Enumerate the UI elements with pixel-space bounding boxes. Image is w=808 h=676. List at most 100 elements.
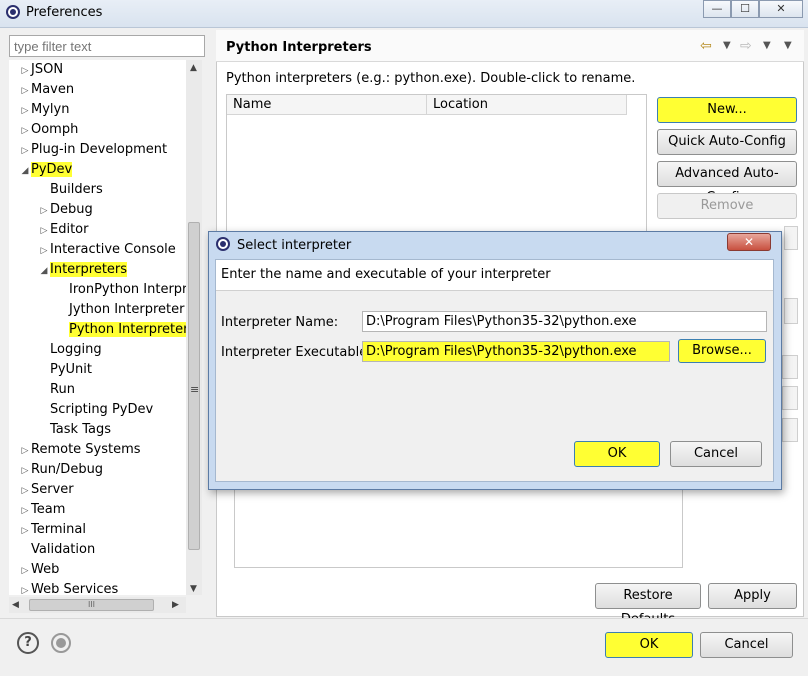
expand-arrow-icon[interactable]: ▷ (19, 141, 31, 161)
expand-arrow-icon[interactable]: ▷ (19, 561, 31, 581)
column-header-location[interactable]: Location (427, 95, 627, 115)
tree-item[interactable]: Logging (38, 340, 102, 360)
tree-item-label: Run/Debug (31, 462, 104, 477)
tree-item[interactable]: Scripting PyDev (38, 400, 153, 420)
expand-arrow-icon[interactable]: ▷ (19, 61, 31, 81)
tree-item[interactable]: IronPython Interpreter (57, 280, 199, 300)
expand-arrow-icon[interactable]: ▷ (19, 481, 31, 501)
tree-item-label: Plug-in Development (31, 142, 168, 157)
cancel-button[interactable]: Cancel (700, 632, 793, 658)
page-description: Python interpreters (e.g.: python.exe). … (226, 71, 636, 86)
tree-item-label: PyUnit (50, 362, 92, 377)
interpreter-name-input[interactable]: D:\Program Files\Python35-32\python.exe (362, 311, 767, 332)
tree-item-label: Remote Systems (31, 442, 141, 457)
dialog-eclipse-icon (216, 237, 230, 251)
new-interpreter-button[interactable]: New... (657, 97, 797, 123)
minimize-button[interactable]: — (703, 0, 731, 18)
expand-arrow-icon[interactable]: ▷ (19, 581, 31, 595)
tree-item[interactable]: Jython Interpreter (57, 300, 184, 320)
forward-menu-chevron-icon[interactable]: ▼ (763, 40, 771, 51)
tree-item-label: JSON (31, 62, 64, 77)
scroll-right-icon[interactable]: ▶ (172, 600, 179, 610)
collapse-arrow-icon[interactable]: ◢ (38, 261, 50, 281)
tree-item-label: Oomph (31, 122, 79, 137)
tree-item[interactable]: ▷ Plug-in Development (19, 140, 168, 161)
tree-item-label: Python Interpreter (69, 322, 189, 337)
tree-item[interactable]: ◢ Interpreters (38, 260, 128, 281)
filter-input[interactable] (9, 35, 205, 57)
tree-item[interactable]: Validation (19, 540, 95, 560)
expand-arrow-icon[interactable]: ▷ (19, 501, 31, 521)
dialog-cancel-button[interactable]: Cancel (670, 441, 762, 467)
tree-item[interactable]: ▷ Interactive Console (38, 240, 176, 260)
tree-item-label: IronPython Interpreter (69, 282, 199, 297)
tree-item[interactable]: ▷ Oomph (19, 120, 79, 141)
tree-item-label: Team (31, 502, 66, 517)
tree-item[interactable]: ▷ Remote Systems (19, 440, 141, 460)
scroll-left-icon[interactable]: ◀ (12, 600, 19, 610)
tree-item-label: Server (31, 482, 74, 497)
tree-item[interactable]: Run (38, 380, 75, 400)
back-menu-chevron-icon[interactable]: ▼ (723, 40, 731, 51)
scroll-down-icon[interactable]: ▼ (190, 584, 197, 594)
dialog-message: Enter the name and executable of your in… (221, 267, 551, 282)
tree-item[interactable]: Task Tags (38, 420, 111, 440)
interpreter-executable-input[interactable]: D:\Program Files\Python35-32\python.exe (362, 341, 670, 362)
tree-item-label: Task Tags (50, 422, 111, 437)
tree-item[interactable]: ▷ Server (19, 480, 74, 500)
tree-horizontal-scroll-thumb[interactable]: III (29, 599, 154, 611)
expand-arrow-icon[interactable]: ▷ (19, 81, 31, 101)
close-button[interactable]: ✕ (759, 0, 803, 18)
record-macro-icon[interactable] (51, 633, 71, 653)
expand-arrow-icon[interactable]: ▷ (19, 461, 31, 481)
expand-arrow-icon[interactable]: ▷ (19, 521, 31, 541)
tree-item[interactable]: ▷ Debug (38, 200, 93, 220)
apply-button[interactable]: Apply (708, 583, 797, 609)
ok-button[interactable]: OK (605, 632, 693, 658)
tree-item[interactable]: ▷ Editor (38, 220, 89, 241)
dialog-close-button[interactable]: ✕ (727, 233, 771, 251)
interpreter-name-label: Interpreter Name: (221, 315, 339, 330)
page-title: Python Interpreters (226, 40, 372, 55)
advanced-auto-config-button[interactable]: Advanced Auto-Config (657, 161, 797, 205)
tree-item[interactable]: ▷ Run/Debug (19, 460, 104, 481)
tree-item[interactable]: ▷ Web (19, 560, 60, 581)
window-title: Preferences (26, 5, 103, 20)
remove-button[interactable]: Remove (657, 193, 797, 219)
tree-item[interactable]: Python Interpreter (57, 320, 189, 340)
tree-item[interactable]: ▷ Web Services (19, 580, 119, 595)
preference-tree: ▷ JSON ▷ Maven ▷ Mylyn ▷ Oomph ▷ Plug-in Developm… (9, 60, 199, 595)
tree-item[interactable]: ▷ JSON (19, 60, 64, 81)
hidden-button (784, 298, 798, 324)
expand-arrow-icon[interactable]: ▷ (38, 221, 50, 241)
hidden-button (782, 355, 798, 379)
expand-arrow-icon[interactable]: ▷ (19, 101, 31, 121)
interpreter-executable-label: Interpreter Executable: (221, 345, 372, 360)
expand-arrow-icon[interactable]: ▷ (19, 121, 31, 141)
interpreters-table[interactable] (226, 94, 647, 239)
tree-item[interactable]: ▷ Team (19, 500, 66, 521)
expand-arrow-icon[interactable]: ▷ (19, 441, 31, 461)
tree-item[interactable]: PyUnit (38, 360, 92, 380)
help-icon[interactable]: ? (17, 632, 39, 654)
tree-item[interactable]: Builders (38, 180, 103, 200)
back-arrow-icon[interactable]: ⇦ (700, 38, 712, 54)
dialog-ok-button[interactable]: OK (574, 441, 660, 467)
libraries-list[interactable] (234, 488, 683, 568)
expand-arrow-icon[interactable]: ▷ (38, 201, 50, 221)
tree-item[interactable]: ▷ Mylyn (19, 100, 70, 121)
collapse-arrow-icon[interactable]: ◢ (19, 161, 31, 181)
restore-defaults-button[interactable]: Restore Defaults (595, 583, 701, 627)
tree-item[interactable]: ▷ Terminal (19, 520, 86, 540)
tree-item[interactable]: ▷ Maven (19, 80, 75, 101)
maximize-button[interactable]: ☐ (731, 0, 759, 18)
browse-button[interactable]: Browse... (678, 339, 766, 363)
expand-arrow-icon[interactable]: ▷ (38, 241, 50, 261)
scroll-up-icon[interactable]: ▲ (190, 63, 197, 73)
scroll-grip-icon: ≡ (190, 383, 200, 396)
quick-auto-config-button[interactable]: Quick Auto-Config (657, 129, 797, 155)
column-header-name[interactable]: Name (227, 95, 427, 115)
forward-arrow-icon[interactable]: ⇨ (740, 38, 752, 54)
view-menu-icon[interactable]: ▼ (784, 40, 792, 51)
tree-item[interactable]: ◢ PyDev (19, 160, 73, 181)
